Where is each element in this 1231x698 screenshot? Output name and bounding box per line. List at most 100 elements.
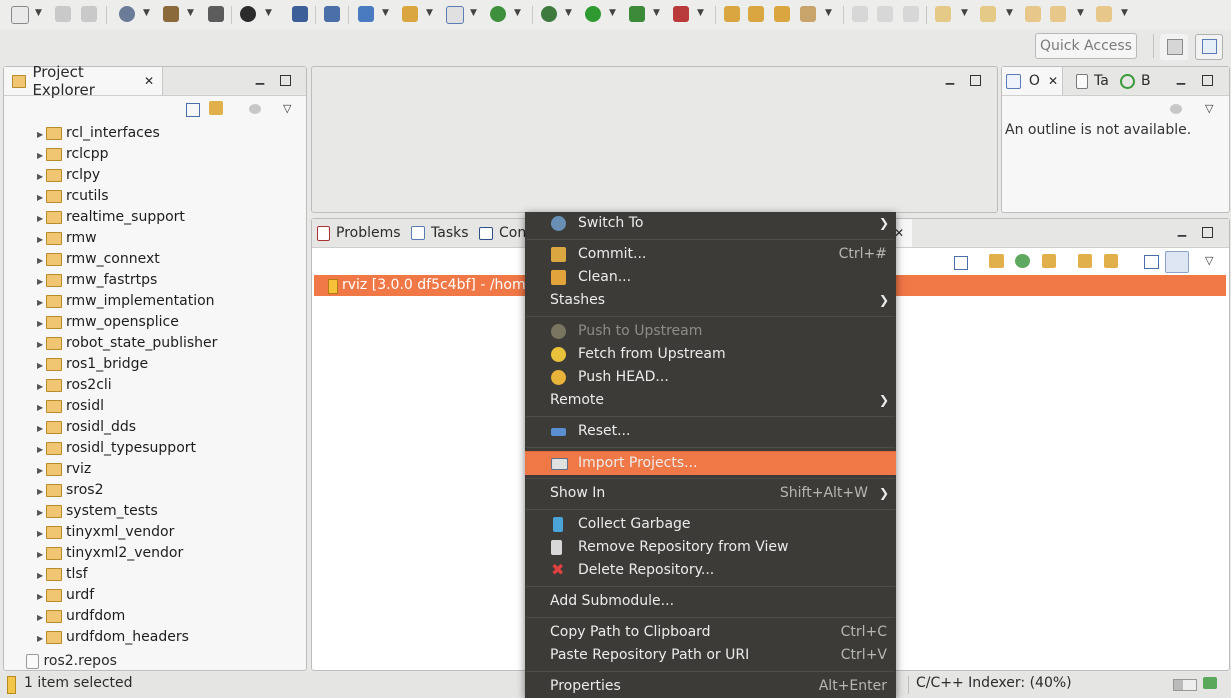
block-selection-icon[interactable] <box>877 6 893 22</box>
binary-icon[interactable] <box>208 6 224 22</box>
tab-console[interactable]: Con <box>479 225 526 241</box>
tab-task-list[interactable]: Ta <box>1076 73 1109 89</box>
maximize-icon[interactable] <box>280 75 291 86</box>
expand-arrow-icon[interactable]: ▶ <box>37 481 45 502</box>
cpp-perspective-button[interactable] <box>1195 34 1223 60</box>
tree-item[interactable]: ▶ rmw_implementation <box>37 291 215 312</box>
tree-item[interactable]: ▶ tlsf <box>37 564 88 585</box>
view-menu-icon[interactable]: ▽ <box>283 102 291 115</box>
menu-item-commit[interactable]: Commit... Ctrl+# <box>525 243 896 266</box>
menu-item-stashes[interactable]: Stashes ❯ <box>525 289 896 312</box>
open-folder-icon[interactable] <box>774 6 790 22</box>
tree-item[interactable]: ▶ ros2cli <box>37 375 112 396</box>
tree-item[interactable]: ▶ urdf <box>37 585 94 606</box>
view-menu-icon[interactable]: ▽ <box>1205 254 1213 267</box>
new-class-icon[interactable] <box>446 6 464 24</box>
chevron-down-icon[interactable]: ▼ <box>825 8 832 18</box>
chevron-down-icon[interactable]: ▼ <box>514 8 521 18</box>
chevron-down-icon[interactable]: ▼ <box>565 8 572 18</box>
tree-item[interactable]: ▶ ros1_bridge <box>37 354 148 375</box>
tab-build-targets[interactable]: B <box>1120 73 1151 89</box>
tree-item[interactable]: ▶ rosidl <box>37 396 104 417</box>
tree-item[interactable]: ▶ rclpy <box>37 165 100 186</box>
maximize-icon[interactable] <box>970 75 981 86</box>
back-icon[interactable] <box>1050 6 1066 22</box>
toggle-mark-icon[interactable] <box>852 6 868 22</box>
chevron-down-icon[interactable]: ▼ <box>143 8 150 18</box>
manage-configurations-icon[interactable] <box>119 6 135 22</box>
skip-breakpoints-icon[interactable] <box>324 6 340 22</box>
expand-arrow-icon[interactable]: ▶ <box>37 208 45 229</box>
debug-icon[interactable] <box>541 6 557 22</box>
chevron-down-icon[interactable]: ▼ <box>187 8 194 18</box>
expand-arrow-icon[interactable]: ▶ <box>37 397 45 418</box>
tab-problems[interactable]: Problems <box>317 225 401 241</box>
build-hammer-icon[interactable] <box>163 6 179 22</box>
expand-arrow-icon[interactable]: ▶ <box>37 124 45 145</box>
progress-view-icon[interactable] <box>1203 677 1217 689</box>
new-source-icon[interactable] <box>490 6 506 22</box>
chevron-down-icon[interactable]: ▼ <box>653 8 660 18</box>
run-icon[interactable] <box>585 6 601 22</box>
chevron-down-icon[interactable]: ▼ <box>35 8 42 18</box>
chevron-down-icon[interactable]: ▼ <box>382 8 389 18</box>
menu-item-import-projects[interactable]: Import Projects... <box>525 451 896 475</box>
menu-item-show-in[interactable]: Show In Shift+Alt+W ❯ <box>525 482 896 505</box>
show-details-icon[interactable] <box>1165 251 1189 273</box>
expand-arrow-icon[interactable]: ▶ <box>37 439 45 460</box>
menu-item-remove-repository[interactable]: Remove Repository from View <box>525 536 896 559</box>
tree-item[interactable]: ▶ rcutils <box>37 186 109 207</box>
chevron-down-icon[interactable]: ▼ <box>1006 8 1013 18</box>
last-edit-icon[interactable] <box>1025 6 1041 22</box>
close-icon[interactable]: ✕ <box>894 219 912 247</box>
expand-arrow-icon[interactable]: ▶ <box>37 544 45 565</box>
menu-item-switch-to[interactable]: Switch To ❯ <box>525 212 896 235</box>
expand-arrow-icon[interactable]: ▶ <box>37 271 45 292</box>
menu-item-copy-path[interactable]: Copy Path to Clipboard Ctrl+C <box>525 621 896 644</box>
focus-icon[interactable] <box>249 104 261 114</box>
expand-arrow-icon[interactable]: ▶ <box>37 502 45 523</box>
run-tools-icon[interactable] <box>629 6 645 22</box>
expand-arrow-icon[interactable]: ▶ <box>37 334 45 355</box>
open-type-icon[interactable] <box>724 6 740 22</box>
tree-item[interactable]: ▶ robot_state_publisher <box>37 333 217 354</box>
minimize-icon[interactable]: ▁ <box>1175 73 1187 85</box>
save-icon[interactable] <box>55 6 71 22</box>
expand-arrow-icon[interactable]: ▶ <box>37 607 45 628</box>
expand-arrow-icon[interactable]: ▶ <box>37 145 45 166</box>
open-element-icon[interactable] <box>748 6 764 22</box>
tree-item[interactable]: ▶ rosidl_dds <box>37 417 136 438</box>
expand-arrow-icon[interactable]: ▶ <box>37 586 45 607</box>
expand-arrow-icon[interactable]: ▶ <box>37 187 45 208</box>
menu-item-push-head[interactable]: Push HEAD... <box>525 366 896 389</box>
expand-arrow-icon[interactable]: ▶ <box>37 292 45 313</box>
show-whitespace-icon[interactable] <box>903 6 919 22</box>
expand-arrow-icon[interactable]: ▶ <box>37 355 45 376</box>
chevron-down-icon[interactable]: ▼ <box>697 8 704 18</box>
tree-item[interactable]: ▶ rclcpp <box>37 144 109 165</box>
tab-tasks[interactable]: Tasks <box>411 225 469 241</box>
brush-icon[interactable] <box>800 6 816 22</box>
add-repository-icon[interactable] <box>989 254 1004 268</box>
expand-arrow-icon[interactable]: ▶ <box>37 565 45 586</box>
menu-item-add-submodule[interactable]: Add Submodule... <box>525 590 896 613</box>
expand-arrow-icon[interactable]: ▶ <box>37 628 45 649</box>
tree-item[interactable]: ▶ rmw <box>37 228 97 249</box>
open-perspective-button[interactable] <box>1160 34 1188 60</box>
minimize-icon[interactable]: ▁ <box>1176 225 1188 237</box>
menu-item-delete-repository[interactable]: ✖ Delete Repository... <box>525 559 896 582</box>
console-icon[interactable] <box>292 6 308 22</box>
minimize-icon[interactable]: ▁ <box>254 73 266 85</box>
collapse-all-icon[interactable] <box>186 103 200 117</box>
tree-item[interactable]: ▶ rviz <box>37 459 91 480</box>
menu-item-fetch-from-upstream[interactable]: Fetch from Upstream <box>525 343 896 366</box>
link-with-editor-icon[interactable] <box>209 101 223 115</box>
chevron-down-icon[interactable]: ▼ <box>1077 8 1084 18</box>
tree-item[interactable]: ▶ system_tests <box>37 501 158 522</box>
expand-arrow-icon[interactable]: ▶ <box>37 523 45 544</box>
expand-arrow-icon[interactable]: ▶ <box>37 166 45 187</box>
chevron-down-icon[interactable]: ▼ <box>609 8 616 18</box>
focus-icon[interactable] <box>1170 104 1182 114</box>
hierarchical-icon[interactable] <box>1144 255 1159 269</box>
expand-arrow-icon[interactable]: ▶ <box>37 313 45 334</box>
